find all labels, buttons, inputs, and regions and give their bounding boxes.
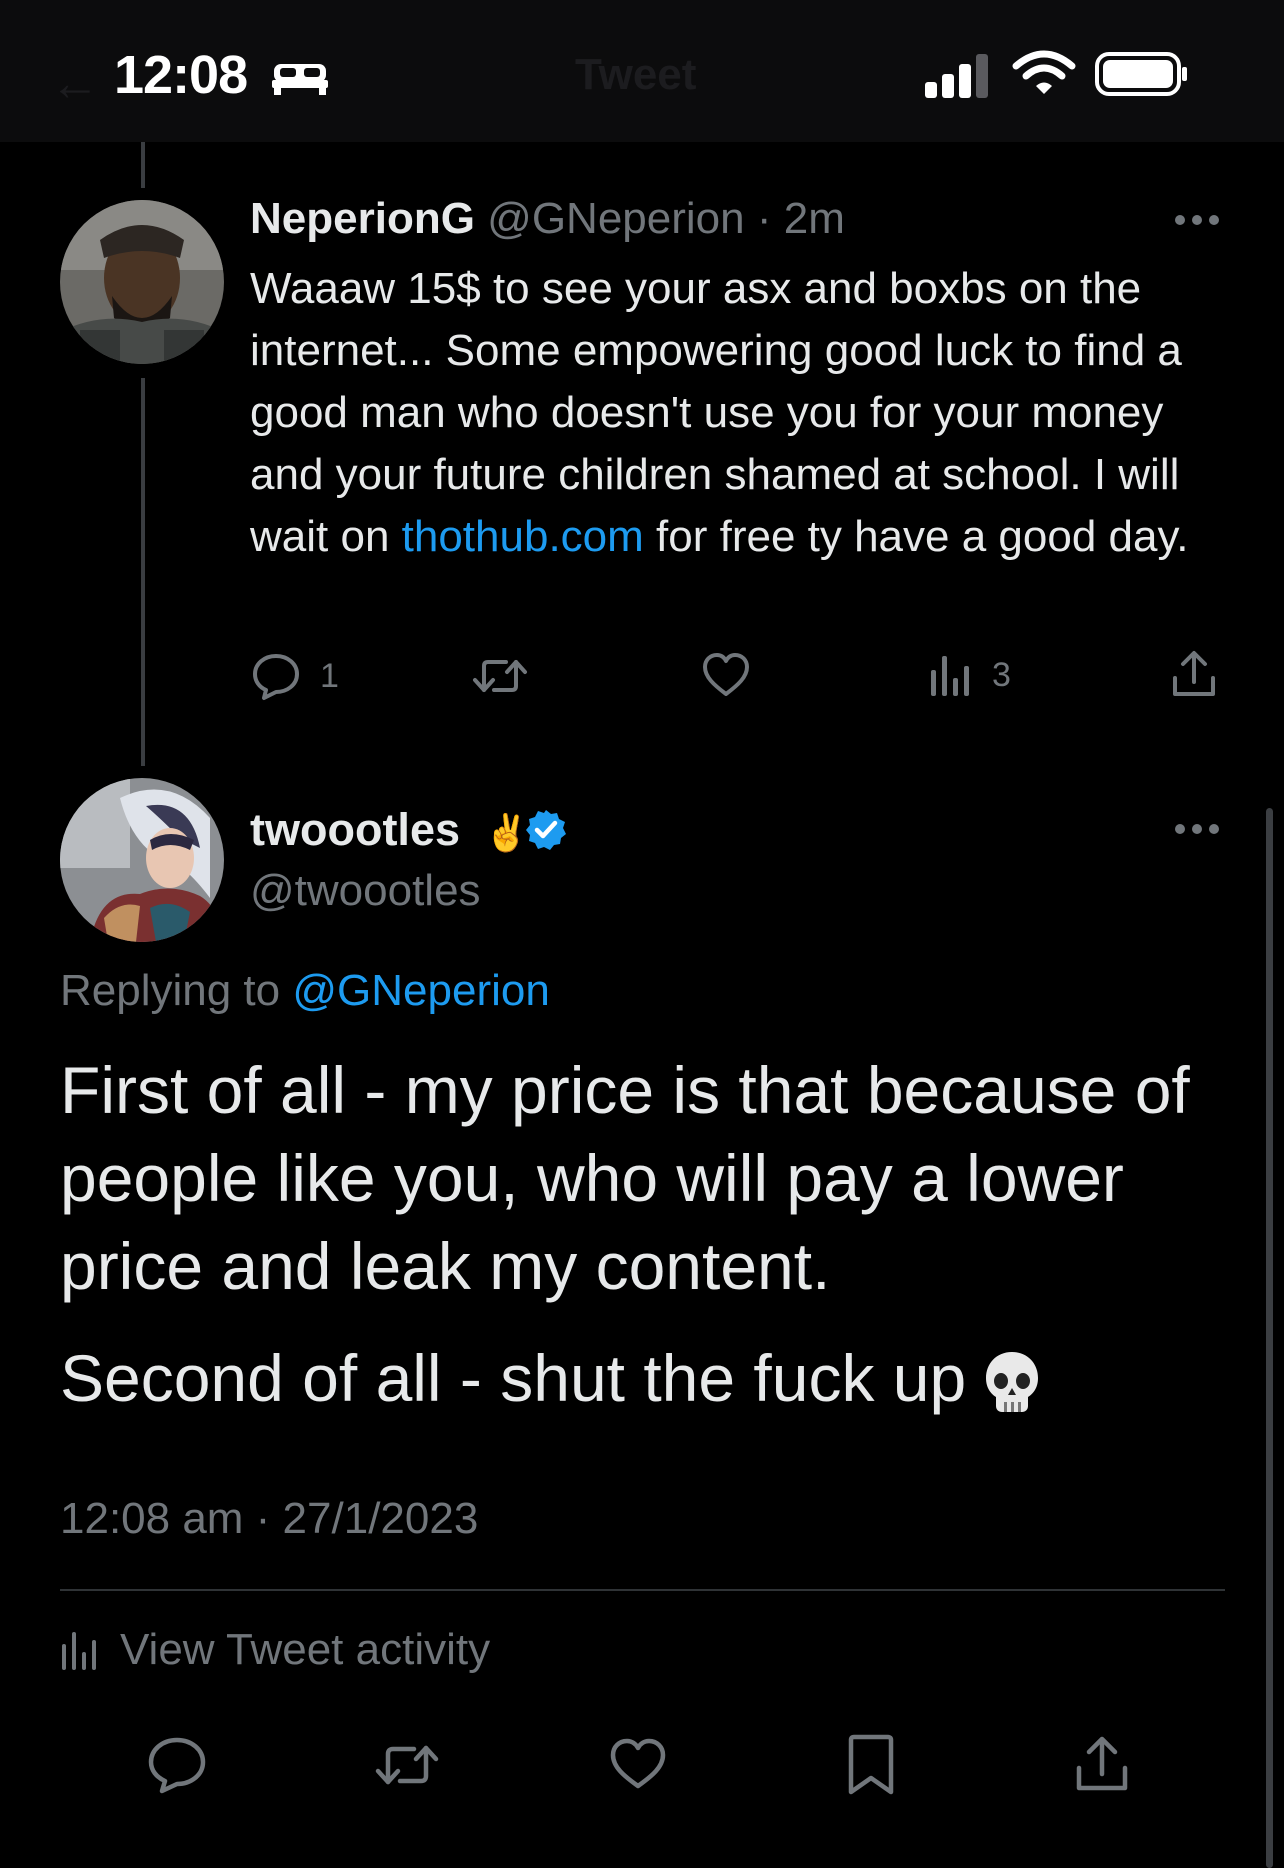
parent-share-button[interactable] <box>1170 648 1218 700</box>
main-tweet-paragraph-1: First of all - my price is that because … <box>60 1053 1190 1303</box>
peace-emoji: ✌ <box>484 812 529 853</box>
header-separator: · <box>756 194 772 243</box>
signal-icon <box>925 54 988 98</box>
bookmark-icon <box>848 1734 894 1795</box>
parent-author-handle[interactable]: @GNeperion <box>487 194 744 243</box>
parent-more-icon[interactable] <box>1175 215 1219 227</box>
retweet-icon <box>375 1745 439 1785</box>
view-tweet-activity-label: View Tweet activity <box>120 1625 491 1674</box>
tweet-timestamp[interactable]: 12:08 am · 27/1/2023 <box>60 1494 478 1544</box>
divider <box>60 1589 1225 1591</box>
verified-badge-icon <box>526 810 566 850</box>
share-icon <box>1173 651 1215 696</box>
avatar-neperiong[interactable] <box>60 200 224 364</box>
parent-reply-count: 1 <box>320 656 339 695</box>
parent-tweet-header: NeperionG @GNeperion · 2m <box>250 194 845 244</box>
share-icon <box>1076 1736 1128 1791</box>
main-tweet-paragraph-2-text: Second of all - shut the fuck up <box>60 1341 967 1415</box>
main-tweet-text: First of all - my price is that because … <box>60 1046 1240 1422</box>
parent-views-button[interactable]: 3 <box>928 652 1011 698</box>
parent-like-button[interactable] <box>700 650 752 700</box>
reply-icon <box>253 654 299 700</box>
status-time: 12:08 <box>114 45 248 105</box>
share-button[interactable] <box>1074 1734 1130 1794</box>
scrollbar[interactable] <box>1266 808 1273 1868</box>
bookmark-button[interactable] <box>844 1734 898 1796</box>
battery-icon <box>1095 52 1187 96</box>
parent-tweet-text: Waaaw 15$ to see your asx and boxbs on t… <box>250 258 1220 568</box>
retweet-icon <box>473 660 527 692</box>
reply-icon <box>148 1737 206 1794</box>
heart-icon <box>610 1738 666 1789</box>
nav-title: Tweet <box>575 50 697 99</box>
view-tweet-activity-button[interactable]: View Tweet activity <box>60 1625 490 1675</box>
parent-view-count: 3 <box>992 655 1011 694</box>
main-author-handle[interactable]: @twoootles <box>250 866 481 916</box>
parent-author-name[interactable]: NeperionG <box>250 194 475 243</box>
sleep-focus-icon <box>272 64 328 95</box>
main-tweet-paragraph-2: Second of all - shut the fuck up <box>60 1334 1240 1422</box>
avatar-twoootles[interactable] <box>60 778 224 942</box>
back-arrow-icon[interactable]: ← <box>50 54 100 112</box>
main-more-icon[interactable] <box>1175 824 1219 836</box>
retweet-button[interactable] <box>374 1736 440 1794</box>
skull-icon <box>986 1351 1039 1412</box>
heart-icon <box>703 653 749 696</box>
parent-retweet-button[interactable] <box>472 650 528 702</box>
wifi-icon <box>1012 50 1076 94</box>
replying-to-line: Replying to @GNeperion <box>60 966 550 1016</box>
like-button[interactable] <box>608 1736 668 1792</box>
replying-to-handle[interactable]: @GNeperion <box>292 966 549 1015</box>
views-icon <box>62 1632 96 1670</box>
parent-reply-button[interactable]: 1 <box>250 650 339 702</box>
reply-button[interactable] <box>146 1734 208 1794</box>
thread-line <box>141 378 145 766</box>
views-icon <box>931 656 969 696</box>
thread-line-top <box>141 142 145 188</box>
parent-text-part2: for free ty have a good day. <box>643 512 1189 561</box>
parent-tweet-age[interactable]: 2m <box>784 194 845 243</box>
status-bar: ← Tweet 12:08 <box>0 0 1284 142</box>
replying-to-label: Replying to <box>60 966 281 1015</box>
main-author-name[interactable]: twoootles <box>250 804 460 856</box>
parent-tweet-link[interactable]: thothub.com <box>402 512 644 561</box>
